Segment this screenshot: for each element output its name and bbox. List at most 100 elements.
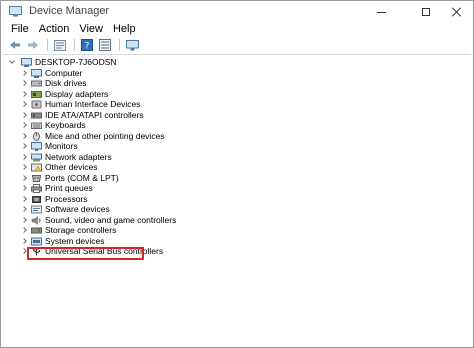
tree-node[interactable]: Keyboards (20, 120, 86, 131)
tree-node-label: Display adapters (45, 88, 109, 99)
storage-controller-icon (31, 227, 42, 234)
maximize-icon (422, 8, 430, 16)
tree-node-label: Network adapters (45, 151, 112, 162)
tree-node[interactable]: Sound, video and game controllers (20, 214, 177, 226)
scan-hardware-button[interactable] (124, 38, 140, 52)
tree-root-label: DESKTOP-7J6ODSN (35, 57, 117, 67)
tree-node[interactable]: Disk drives (20, 78, 87, 89)
tree-node-label: Processors (45, 193, 88, 204)
chevron-right-icon[interactable] (20, 111, 27, 119)
tree-node-label: Monitors (45, 141, 78, 151)
device-manager-app-icon (9, 6, 22, 17)
menu-help[interactable]: Help (108, 22, 141, 36)
chevron-down-icon[interactable] (8, 58, 15, 66)
tree-node-label: Other devices (45, 162, 98, 172)
menu-bar: File Action View Help (1, 21, 473, 37)
tree-node[interactable]: Network adapters (20, 151, 112, 163)
device-tree: DESKTOP-7J6ODSN Computer Disk drives Displa… (3, 54, 471, 346)
tree-node[interactable]: Human Interface Devices (20, 99, 141, 110)
svg-text:?: ? (85, 42, 90, 52)
toolbar: ? (1, 37, 473, 53)
toolbar-separator (74, 39, 75, 51)
forward-arrow-icon (28, 41, 38, 49)
hid-icon (31, 100, 42, 109)
chevron-right-icon[interactable] (20, 132, 27, 140)
network-adapter-icon (31, 153, 42, 161)
pc-icon (21, 58, 32, 67)
chevron-right-icon[interactable] (20, 195, 27, 203)
tree-node-label: Keyboards (45, 120, 86, 130)
tree-node[interactable]: Software devices (20, 204, 110, 215)
software-device-icon (31, 205, 42, 214)
tree-node[interactable]: Print queues (20, 183, 93, 194)
keyboard-icon (31, 122, 42, 129)
processor-icon (32, 195, 41, 203)
tree-node[interactable]: IDE ATA/ATAPI controllers (20, 110, 144, 121)
device-manager-window: Device Manager File Action View Help ? D… (0, 0, 474, 348)
tree-node-label: Software devices (45, 204, 110, 214)
tree-node[interactable]: Processors (20, 193, 88, 205)
tree-node[interactable]: Mice and other pointing devices (20, 130, 165, 142)
chevron-right-icon[interactable] (20, 69, 27, 77)
tree-node[interactable]: Monitors (20, 141, 78, 152)
properties-sheet-icon (54, 39, 66, 51)
toolbar-separator (47, 39, 48, 51)
tree-node-label: Disk drives (45, 78, 87, 88)
chevron-right-icon[interactable] (20, 100, 27, 108)
window-title: Device Manager (29, 5, 110, 17)
ide-controller-icon (31, 112, 42, 118)
back-arrow-icon (10, 41, 20, 49)
chevron-right-icon[interactable] (20, 226, 27, 234)
tree-node-label: Sound, video and game controllers (45, 214, 177, 225)
system-device-icon (31, 237, 42, 245)
highlight-box (27, 247, 144, 260)
device-list-icon (99, 39, 111, 51)
chevron-right-icon[interactable] (20, 184, 27, 192)
back-button[interactable] (7, 38, 23, 52)
tree-root-node[interactable]: DESKTOP-7J6ODSN (8, 57, 117, 68)
chevron-right-icon[interactable] (20, 205, 27, 213)
close-button[interactable] (439, 1, 474, 23)
menu-view[interactable]: View (74, 22, 108, 36)
menu-file[interactable]: File (6, 22, 34, 36)
close-icon (452, 7, 462, 17)
port-icon (31, 174, 42, 182)
sound-icon (31, 215, 41, 225)
tree-node-label: Mice and other pointing devices (45, 130, 165, 141)
tree-node-label: Human Interface Devices (45, 99, 141, 109)
printer-icon (31, 184, 42, 193)
chevron-right-icon[interactable] (20, 79, 27, 87)
tree-node-label: Storage controllers (45, 225, 117, 235)
tree-node[interactable]: Other devices (20, 162, 98, 173)
help-button[interactable]: ? (79, 38, 95, 52)
mouse-icon (33, 131, 40, 141)
tree-node-label: Ports (COM & LPT) (45, 172, 119, 183)
chevron-right-icon[interactable] (20, 163, 27, 171)
menu-action[interactable]: Action (34, 22, 75, 36)
display-adapter-icon (31, 90, 42, 98)
tree-node[interactable]: System devices (20, 236, 105, 247)
properties-button[interactable] (52, 38, 68, 52)
chevron-right-icon[interactable] (20, 237, 27, 245)
monitor-icon (31, 142, 42, 151)
chevron-right-icon[interactable] (20, 121, 27, 129)
tree-node[interactable]: Display adapters (20, 88, 109, 100)
title-bar: Device Manager (1, 1, 473, 23)
monitor-icon (125, 39, 139, 50)
chevron-right-icon[interactable] (20, 216, 27, 224)
tree-node[interactable]: Storage controllers (20, 225, 117, 236)
minimize-button[interactable] (363, 1, 399, 23)
chevron-right-icon[interactable] (20, 90, 27, 98)
chevron-right-icon[interactable] (20, 153, 27, 161)
chevron-right-icon[interactable] (20, 174, 27, 182)
tree-node[interactable]: Computer (20, 68, 82, 79)
chevron-right-icon[interactable] (20, 142, 27, 150)
device-list-button[interactable] (97, 38, 113, 52)
forward-button[interactable] (25, 38, 41, 52)
toolbar-separator (119, 39, 120, 51)
disk-drive-icon (31, 80, 42, 87)
help-icon: ? (81, 39, 93, 51)
chevron-right-icon[interactable] (20, 247, 27, 255)
computer-icon (31, 68, 42, 78)
tree-node[interactable]: Ports (COM & LPT) (20, 172, 119, 184)
